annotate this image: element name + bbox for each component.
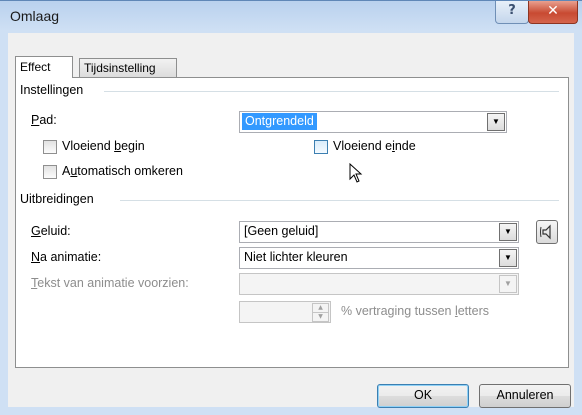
auto-reverse-checkbox[interactable] [43,165,57,179]
tab-effect[interactable]: Effect [15,56,73,78]
ok-button[interactable]: OK [377,384,469,408]
letter-delay-label: % vertraging tussen letters [341,304,489,318]
close-icon: ✕ [547,3,559,19]
sound-value: [Geen geluid] [244,224,319,238]
smooth-end-checkbox[interactable] [314,140,328,154]
path-label: Pad: [31,113,57,127]
letter-delay-spinner[interactable]: ▲ ▼ [239,301,331,323]
mouse-pointer-icon [349,163,363,183]
window-title: Omlaag [10,8,60,24]
cancel-button[interactable]: Annuleren [479,384,571,408]
group-divider [120,200,559,201]
group-divider [104,91,559,92]
help-icon: ? [508,3,516,18]
tab-timing[interactable]: Tijdsinstelling [79,58,177,77]
after-animation-label: Na animatie: [31,250,102,264]
smooth-end-label: Vloeiend einde [333,139,416,153]
speaker-icon [540,224,551,240]
dialog-client-area: Effect Tijdsinstelling Instellingen Pad:… [8,33,574,408]
sound-label: Geluid: [31,224,71,238]
help-button[interactable]: ? [495,1,529,24]
animate-text-dropdown[interactable]: ▼ [239,273,519,295]
group-title-settings: Instellingen [20,83,88,97]
dialog-window: Omlaag ? ✕ Effect Tijdsinstelling Instel… [0,0,582,415]
chevron-down-icon[interactable]: ▼ [499,275,517,293]
auto-reverse-label: Automatisch omkeren [62,164,183,178]
animate-text-label: Tekst van animatie voorzien: [31,276,189,290]
sound-dropdown[interactable]: [Geen geluid] ▼ [239,221,519,243]
sound-settings-button[interactable] [536,220,558,244]
close-button[interactable]: ✕ [528,1,578,24]
group-title-enhancements: Uitbreidingen [20,192,98,206]
path-dropdown[interactable]: Ontgrendeld ▼ [239,111,507,133]
tab-panel-effect: Instellingen Pad: Ontgrendeld ▼ Vloeiend… [15,77,569,368]
after-animation-value: Niet lichter kleuren [244,250,348,264]
chevron-down-icon[interactable]: ▼ [312,312,329,322]
smooth-start-label: Vloeiend begin [62,139,145,153]
title-bar: Omlaag ? ✕ [0,1,582,33]
path-value: Ontgrendeld [242,113,317,130]
after-animation-dropdown[interactable]: Niet lichter kleuren ▼ [239,247,519,269]
chevron-down-icon[interactable]: ▼ [499,223,517,241]
smooth-start-checkbox[interactable] [43,140,57,154]
chevron-down-icon[interactable]: ▼ [487,113,505,131]
chevron-down-icon[interactable]: ▼ [499,249,517,267]
